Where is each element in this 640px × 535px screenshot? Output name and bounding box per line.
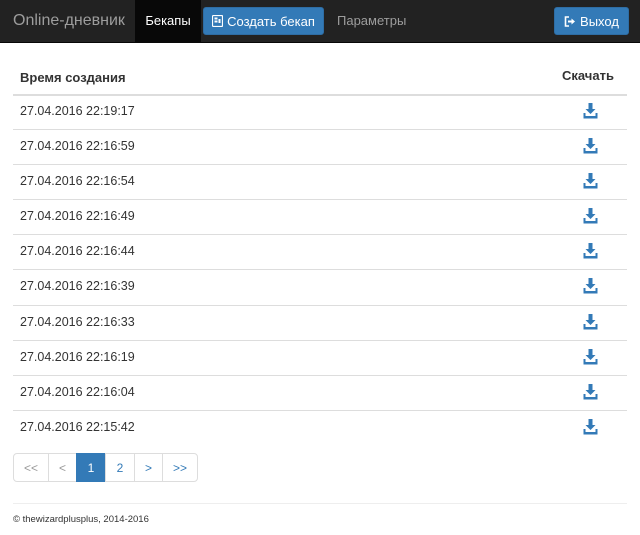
archive-icon: [212, 15, 224, 27]
download-icon[interactable]: [583, 383, 598, 400]
footer-copyright: © thewizardplusplus, 2014-2016: [13, 514, 149, 525]
backup-time: 27.04.2016 22:16:59: [20, 139, 135, 154]
backup-time: 27.04.2016 22:16:33: [20, 314, 135, 329]
download-icon[interactable]: [583, 313, 598, 330]
table-row: 27.04.2016 22:16:49: [13, 200, 627, 236]
navbar: Online-дневник Бекапы Создать бекап Пара…: [0, 0, 640, 43]
logout-icon: [564, 15, 576, 27]
table-row: 27.04.2016 22:15:42: [13, 411, 627, 446]
download-icon[interactable]: [583, 348, 598, 365]
table-row: 27.04.2016 22:16:59: [13, 130, 627, 166]
download-icon[interactable]: [583, 418, 598, 435]
download-icon[interactable]: [583, 278, 598, 294]
backup-time: 27.04.2016 22:16:39: [20, 279, 135, 294]
download-icon[interactable]: [583, 208, 598, 224]
column-header-created: Время создания: [20, 70, 126, 85]
page-next-button[interactable]: >: [134, 453, 163, 482]
download-icon[interactable]: [583, 138, 598, 154]
page-first-button[interactable]: <<: [13, 453, 49, 482]
page-1-button[interactable]: 1: [76, 453, 106, 482]
create-backup-button[interactable]: Создать бекап: [203, 7, 324, 35]
table-row: 27.04.2016 22:16:44: [13, 235, 627, 271]
backup-time: 27.04.2016 22:16:04: [20, 384, 135, 399]
backup-time: 27.04.2016 22:16:54: [20, 174, 135, 189]
pagination: << < 1 2 > >>: [13, 453, 198, 482]
page-prev-button[interactable]: <: [48, 453, 77, 482]
download-icon[interactable]: [583, 243, 598, 259]
page-last-button[interactable]: >>: [162, 453, 198, 482]
brand-link[interactable]: Online-дневник: [13, 0, 125, 42]
footer-divider: [13, 503, 627, 504]
backup-time: 27.04.2016 22:15:42: [20, 419, 135, 434]
table-row: 27.04.2016 22:16:33: [13, 306, 627, 341]
table-row: 27.04.2016 22:16:19: [13, 341, 627, 376]
page-2-button[interactable]: 2: [105, 453, 135, 482]
table-row: 27.04.2016 22:16:04: [13, 376, 627, 411]
backup-time: 27.04.2016 22:16:19: [20, 349, 135, 364]
table-row: 27.04.2016 22:19:17: [13, 95, 627, 131]
nav-link-settings[interactable]: Параметры: [337, 0, 406, 42]
column-header-download: Скачать: [562, 68, 614, 83]
logout-button[interactable]: Выход: [554, 7, 629, 35]
nav-tab-backups[interactable]: Бекапы: [135, 0, 201, 42]
backup-time: 27.04.2016 22:16:44: [20, 244, 135, 259]
backup-time: 27.04.2016 22:16:49: [20, 209, 135, 224]
logout-label: Выход: [580, 13, 619, 29]
backup-time: 27.04.2016 22:19:17: [20, 104, 135, 118]
download-icon[interactable]: [583, 103, 598, 119]
backups-table: 27.04.2016 22:19:17 27.04.2016 22:16:59 27…: [13, 95, 627, 446]
table-row: 27.04.2016 22:16:39: [13, 270, 627, 306]
table-row: 27.04.2016 22:16:54: [13, 165, 627, 201]
download-icon[interactable]: [583, 173, 598, 189]
create-backup-label: Создать бекап: [227, 13, 315, 29]
